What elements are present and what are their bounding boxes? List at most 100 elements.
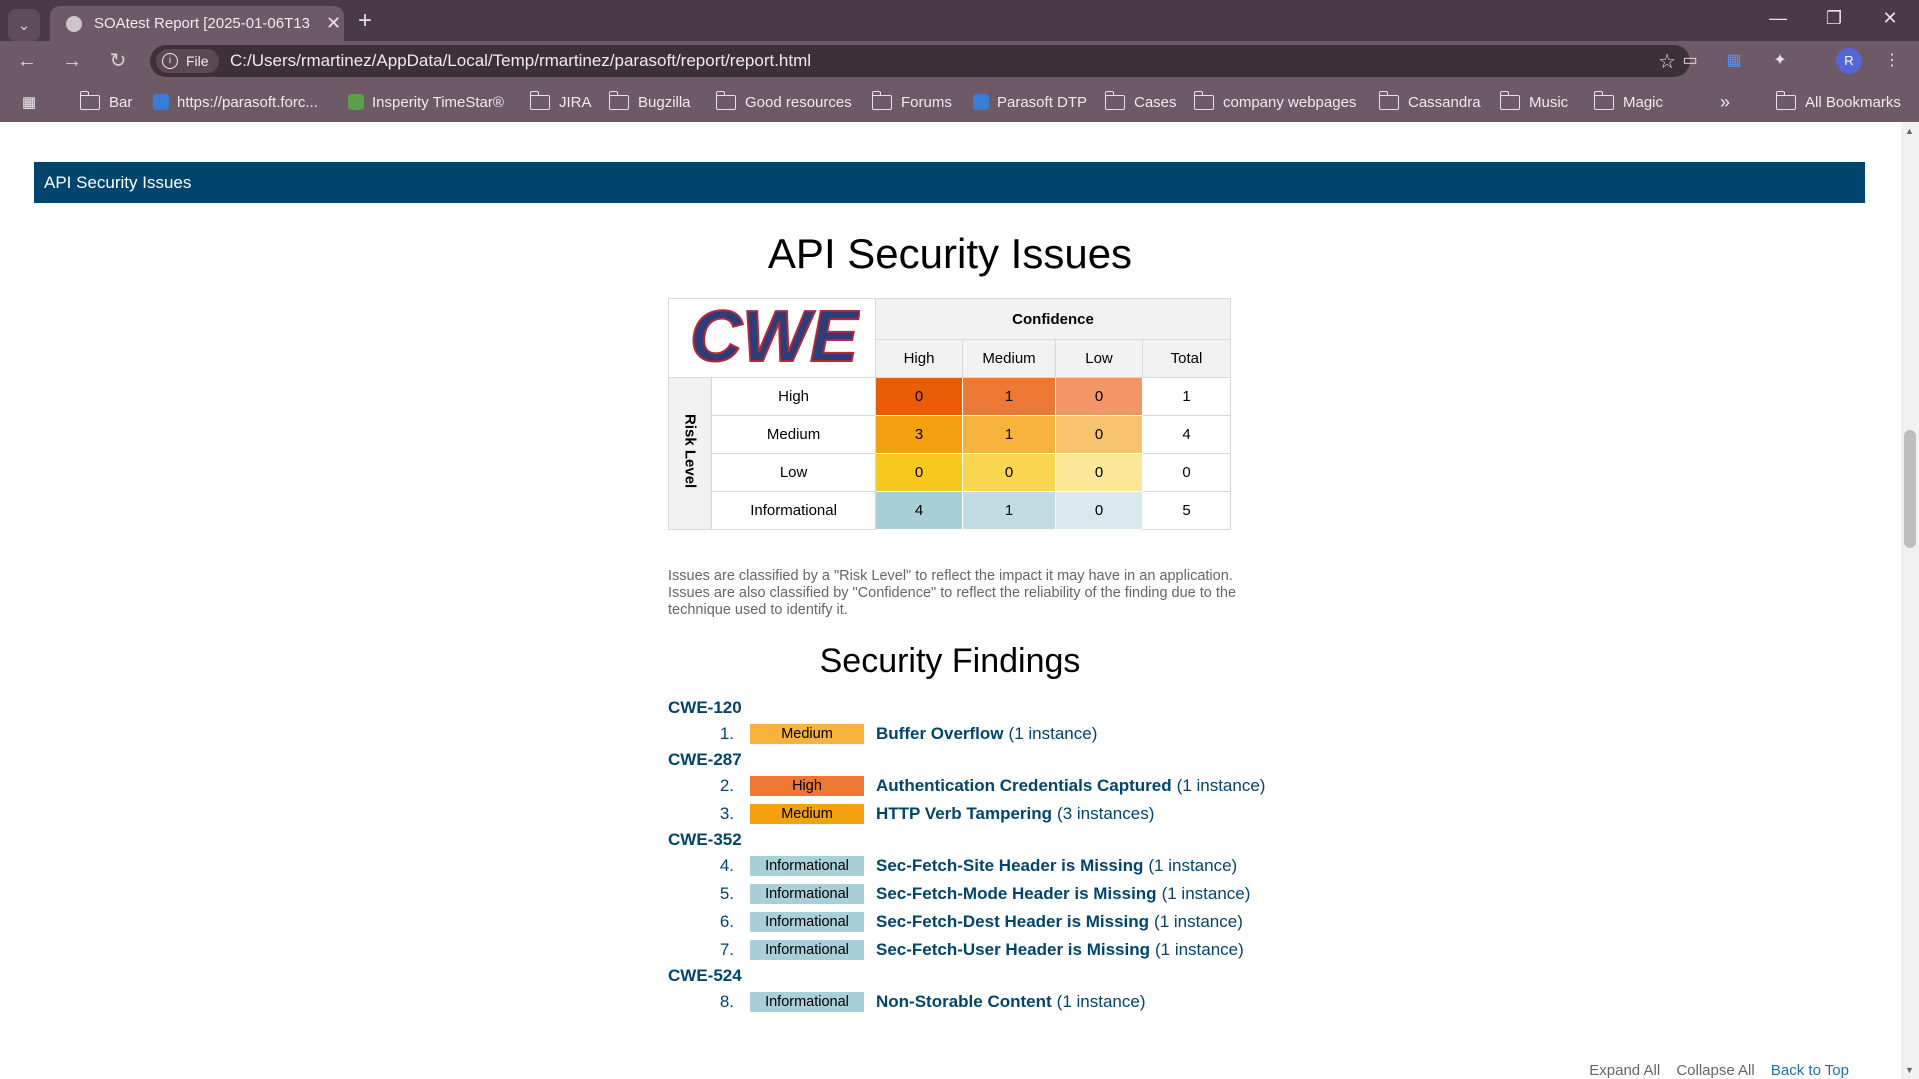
finding-number: 5. <box>719 884 734 903</box>
bookmark-item[interactable]: Forums <box>872 90 952 113</box>
bookmarks-overflow-icon[interactable]: » <box>1720 91 1730 113</box>
finding-title-link[interactable]: Sec-Fetch-Mode Header is Missing <box>876 884 1157 904</box>
extensions-puzzle-icon[interactable]: ✦ <box>1768 50 1792 72</box>
finding-item: 3. Medium HTTP Verb Tampering (3 instances) <box>668 800 1568 828</box>
active-tab[interactable]: SOAtest Report [2025-01-06T13 ✕ <box>50 6 344 41</box>
finding-item: 2. High Authentication Credentials Capture… <box>668 772 1568 800</box>
cwe-group-label[interactable]: CWE-120 <box>668 696 1568 720</box>
risk-confidence-matrix: CWE Confidence High Medium Low Total Risk L… <box>667 296 1231 530</box>
bookmark-label: Insperity TimeStar® <box>372 93 504 111</box>
bookmark-item[interactable]: https://parasoft.forc... <box>153 91 318 113</box>
bookmark-label: Magic <box>1623 93 1664 111</box>
matrix-row: Medium 3 1 0 4 <box>669 415 1231 454</box>
finding-instance-count: (3 instances) <box>1057 804 1155 823</box>
matrix-cell: 0 <box>1055 491 1143 530</box>
browser-toolbar: ← → ↻ i File C:/Users/rmartinez/AppData/… <box>0 41 1919 81</box>
finding-number: 8. <box>719 992 734 1011</box>
finding-title-link[interactable]: Sec-Fetch-Site Header is Missing <box>876 856 1143 876</box>
bookmark-label: Bugzilla <box>638 93 691 111</box>
finding-instance-count: (1 instance) <box>1148 856 1238 875</box>
cwe-group-label[interactable]: CWE-287 <box>668 748 1568 772</box>
back-button[interactable]: ← <box>13 49 41 73</box>
bookmark-item[interactable]: Bugzilla <box>609 90 691 113</box>
bookmark-item[interactable]: Parasoft DTP <box>973 91 1087 113</box>
findings-list: CWE-120 1. Medium Buffer Overflow (1 instanc… <box>668 696 1568 1016</box>
findings-heading: Security Findings <box>819 642 1081 680</box>
risk-row-label: Medium <box>711 415 876 454</box>
vertical-scrollbar[interactable]: ▲ ▼ <box>1901 122 1919 1079</box>
finding-title-link[interactable]: Sec-Fetch-Dest Header is Missing <box>876 912 1149 932</box>
matrix-cell: 0 <box>962 453 1056 492</box>
matrix-row: Risk Level High 0 1 0 1 <box>667 377 1231 530</box>
finding-item: 5. Informational Sec-Fetch-Mode Header is … <box>668 880 1568 908</box>
matrix-row: Low 0 0 0 0 <box>669 453 1231 492</box>
cast-icon[interactable]: ▭ <box>1678 50 1702 72</box>
info-icon: i <box>162 53 178 69</box>
expand-all-link[interactable]: Expand All <box>1589 1062 1660 1079</box>
salesforce-icon <box>153 94 169 110</box>
address-bar[interactable]: i File C:/Users/rmartinez/AppData/Local/… <box>150 45 1690 77</box>
forward-button[interactable]: → <box>58 49 86 73</box>
finding-number: 6. <box>719 912 734 931</box>
bookmark-item[interactable]: JIRA <box>530 90 592 113</box>
page-title: API Security Issues <box>767 230 1133 277</box>
tab-strip: ⌄ SOAtest Report [2025-01-06T13 ✕ + — ❐ … <box>0 0 1919 41</box>
section-header-bar[interactable]: API Security Issues <box>34 162 1865 203</box>
finding-instance-count: (1 instance) <box>1008 724 1098 743</box>
globe-icon <box>66 15 82 32</box>
collapse-all-link[interactable]: Collapse All <box>1676 1062 1754 1079</box>
scroll-down-icon[interactable]: ▼ <box>1905 1065 1914 1075</box>
finding-title-link[interactable]: Sec-Fetch-User Header is Missing <box>876 940 1150 960</box>
tab-search-button[interactable]: ⌄ <box>8 9 40 41</box>
back-to-top-link[interactable]: Back to Top <box>1771 1062 1849 1079</box>
finding-title-link[interactable]: Buffer Overflow <box>876 724 1004 744</box>
close-window-icon[interactable]: ✕ <box>1870 8 1910 29</box>
scrollbar-thumb[interactable] <box>1904 430 1916 548</box>
severity-badge: Medium <box>750 804 864 824</box>
bookmark-label: Forums <box>901 93 952 111</box>
bookmark-label: https://parasoft.forc... <box>177 93 318 111</box>
bookmark-label: Good resources <box>745 93 852 111</box>
bookmark-item[interactable]: Music <box>1500 90 1569 113</box>
minimize-icon[interactable]: — <box>1758 8 1798 29</box>
apps-grid-icon[interactable]: ▦ <box>22 91 36 113</box>
bookmark-item[interactable]: Cassandra <box>1379 90 1481 113</box>
bookmark-item[interactable]: Magic <box>1594 90 1664 113</box>
timestar-icon <box>348 94 364 110</box>
reload-button[interactable]: ↻ <box>104 49 132 73</box>
risk-level-label: Risk Level <box>667 377 713 530</box>
bookmark-label: Music <box>1529 93 1569 111</box>
risk-level-text: Risk Level <box>681 414 699 489</box>
footer-links: Expand All Collapse All Back to Top <box>1577 1062 1849 1079</box>
profile-avatar[interactable]: R <box>1836 48 1862 74</box>
finding-title-link[interactable]: Authentication Credentials Captured <box>876 776 1172 796</box>
bookmark-star-icon[interactable]: ☆ <box>1658 49 1676 74</box>
finding-instance-count: (1 instance) <box>1176 776 1266 795</box>
folder-icon <box>609 90 629 110</box>
finding-title-link[interactable]: HTTP Verb Tampering <box>876 804 1052 824</box>
extension-dtp-icon[interactable]: ▦ <box>1722 50 1746 72</box>
url-text[interactable]: C:/Users/rmartinez/AppData/Local/Temp/rm… <box>230 51 811 71</box>
close-tab-icon[interactable]: ✕ <box>326 13 341 34</box>
bookmark-item[interactable]: company webpages <box>1194 90 1356 113</box>
menu-kebab-icon[interactable]: ⋮ <box>1880 50 1904 72</box>
cwe-group-label[interactable]: CWE-524 <box>668 964 1568 988</box>
new-tab-button[interactable]: + <box>352 8 378 34</box>
site-info-chip[interactable]: i File <box>156 49 219 73</box>
finding-item: 1. Medium Buffer Overflow (1 instance) <box>668 720 1568 748</box>
scroll-up-icon[interactable]: ▲ <box>1905 126 1914 136</box>
risk-row-label: High <box>711 377 876 416</box>
finding-title-link[interactable]: Non-Storable Content <box>876 992 1052 1012</box>
matrix-total-cell: 0 <box>1142 453 1231 492</box>
cwe-group-label[interactable]: CWE-352 <box>668 828 1568 852</box>
confidence-col-high: High <box>875 339 963 378</box>
severity-badge: High <box>750 776 864 796</box>
bookmark-item[interactable]: Insperity TimeStar® <box>348 91 504 113</box>
bookmark-item[interactable]: Good resources <box>716 90 852 113</box>
bookmark-item[interactable]: Bar <box>80 90 132 113</box>
matrix-cell: 0 <box>1055 415 1143 454</box>
bookmark-item[interactable]: Cases <box>1105 90 1177 113</box>
severity-badge: Informational <box>750 856 864 876</box>
restore-icon[interactable]: ❐ <box>1814 8 1854 29</box>
all-bookmarks[interactable]: All Bookmarks <box>1776 90 1901 113</box>
